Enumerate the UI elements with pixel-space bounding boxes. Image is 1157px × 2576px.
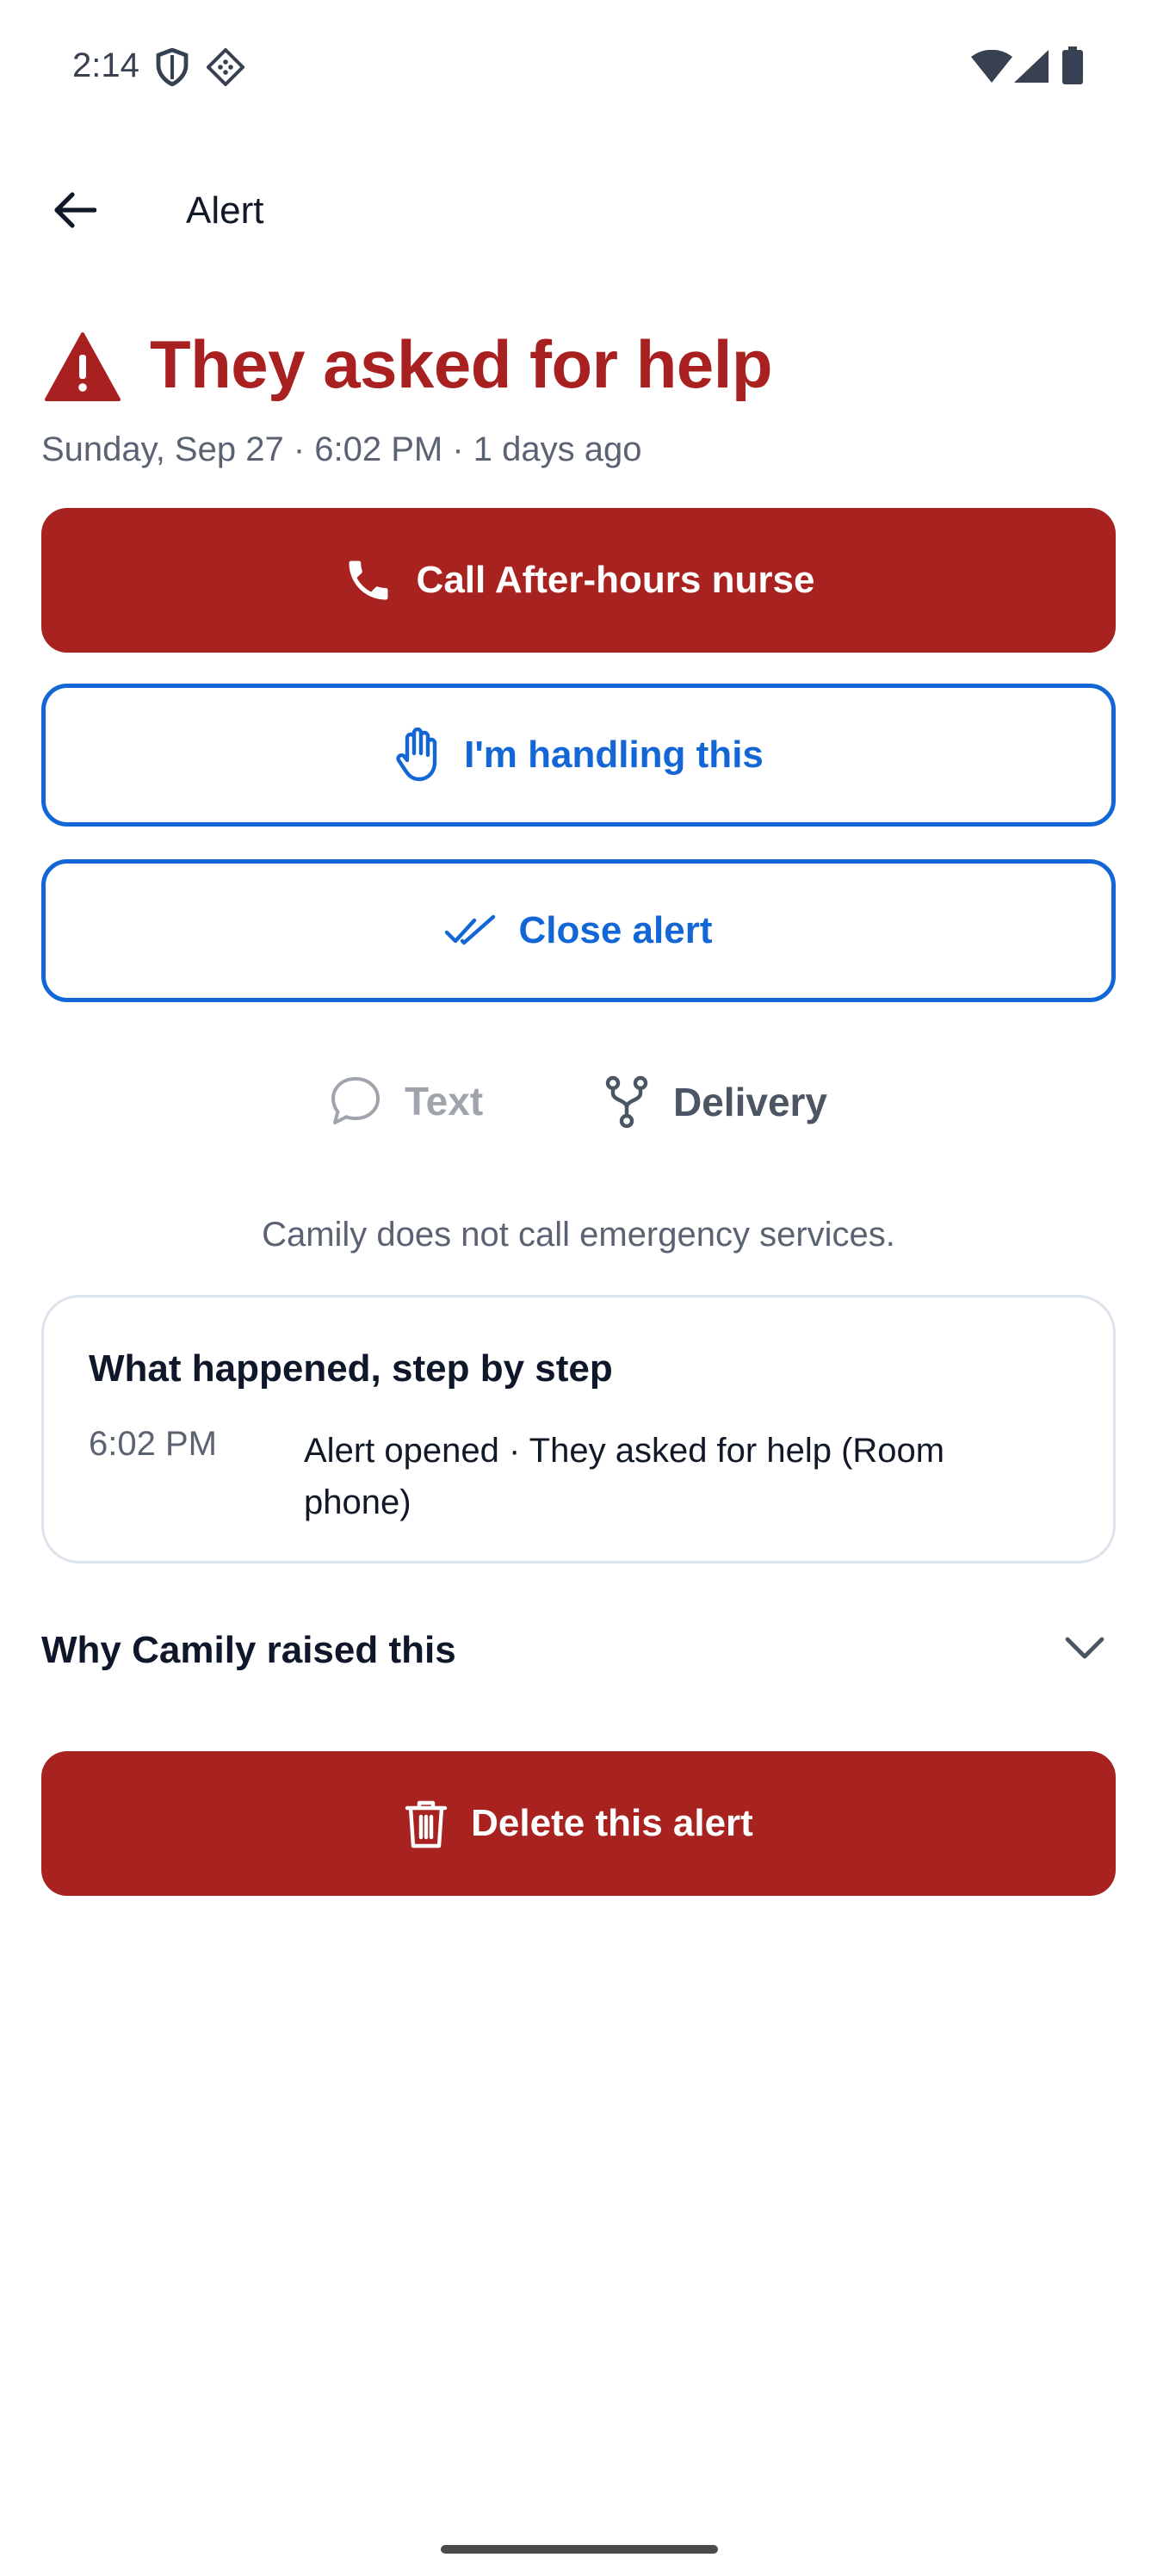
status-time: 2:14 xyxy=(72,46,139,84)
page-title: Alert xyxy=(186,189,264,232)
text-channel-label: Text xyxy=(405,1079,484,1124)
back-arrow-icon xyxy=(52,191,96,229)
handling-button[interactable]: I'm handling this xyxy=(41,684,1116,827)
timeline-title: What happened, step by step xyxy=(89,1347,613,1390)
chevron-down-icon[interactable] xyxy=(1064,1636,1105,1666)
warning-icon xyxy=(45,332,121,406)
timeline-card: What happened, step by step 6:02 PM Aler… xyxy=(41,1295,1116,1564)
chat-bubble-icon xyxy=(329,1074,382,1128)
phone-icon xyxy=(343,554,394,606)
text-channel-button[interactable]: Text xyxy=(329,1074,483,1128)
fork-icon xyxy=(603,1074,651,1130)
double-check-icon xyxy=(444,913,497,948)
alert-timestamp: Sunday, Sep 27 · 6:02 PM · 1 days ago xyxy=(41,430,642,468)
shield-icon xyxy=(155,47,189,90)
call-nurse-label: Call After-hours nurse xyxy=(416,559,815,601)
close-alert-label: Close alert xyxy=(518,909,713,951)
emergency-notice: Camily does not call emergency services. xyxy=(262,1216,895,1254)
battery-icon xyxy=(1062,46,1083,89)
back-button[interactable] xyxy=(43,179,105,241)
handling-label: I'm handling this xyxy=(464,734,764,776)
hand-icon xyxy=(393,728,442,783)
delete-alert-label: Delete this alert xyxy=(471,1802,753,1844)
event-description: Alert opened · They asked for help (Room… xyxy=(304,1432,945,1521)
delivery-channel-label: Delivery xyxy=(673,1080,828,1124)
delete-alert-button[interactable]: Delete this alert xyxy=(41,1751,1116,1896)
signal-icon xyxy=(1014,50,1049,87)
delivery-channel-button[interactable]: Delivery xyxy=(603,1074,827,1130)
wifi-icon xyxy=(971,49,1012,87)
alert-title: They asked for help xyxy=(150,326,773,402)
home-gesture-bar[interactable] xyxy=(441,2545,718,2554)
call-nurse-button[interactable]: Call After-hours nurse xyxy=(41,508,1116,653)
why-raised-toggle[interactable]: Why Camily raised this xyxy=(41,1629,456,1672)
close-alert-button[interactable]: Close alert xyxy=(41,859,1116,1002)
data-saver-icon xyxy=(206,47,245,90)
event-time: 6:02 PM xyxy=(89,1425,217,1463)
trash-icon xyxy=(404,1798,449,1849)
